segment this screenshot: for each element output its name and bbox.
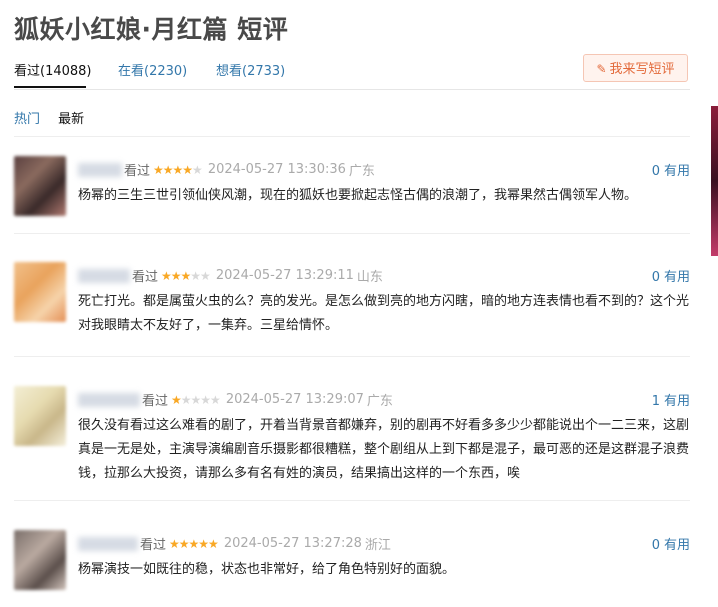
review-time: 2024-05-27 13:29:07	[225, 392, 364, 407]
avatar[interactable]	[14, 156, 66, 216]
helpful-votes: 0 有用	[652, 534, 690, 553]
review-time: 2024-05-27 13:27:28	[223, 536, 362, 551]
helpful-votes: 1 有用	[652, 390, 690, 409]
username-blurred[interactable]	[78, 162, 122, 177]
helpful-votes: 0 有用	[652, 266, 690, 285]
page-title: 狐妖小红娘·月红篇 短评	[14, 15, 289, 44]
review-location: 广东	[348, 164, 375, 179]
username-blurred[interactable]	[78, 268, 130, 283]
avatar[interactable]	[14, 262, 66, 322]
review-time: 2024-05-27 13:30:36	[207, 162, 346, 177]
active-tab-indicator	[14, 86, 86, 88]
avatar[interactable]	[14, 530, 66, 590]
avatar[interactable]	[14, 386, 66, 446]
filter-hot[interactable]: 热门	[14, 112, 40, 127]
write-review-label: 我来写短评	[609, 62, 675, 77]
helpful-button[interactable]: 有用	[664, 538, 690, 553]
review-location: 广东	[366, 394, 393, 409]
helpful-button[interactable]: 有用	[664, 270, 690, 285]
helpful-votes: 0 有用	[652, 160, 690, 179]
review-divider	[14, 500, 690, 501]
write-review-button[interactable]: ✎ 我来写短评	[583, 54, 688, 82]
username-blurred[interactable]	[78, 536, 138, 551]
tab-watching[interactable]: 在看(2230)	[118, 60, 187, 79]
review-meta: 看过 ★★★★★ 2024-05-27 13:29:07 广东	[78, 390, 393, 409]
pencil-icon: ✎	[596, 62, 607, 76]
rating-stars: ★★★★★	[153, 162, 203, 177]
review-text: 死亡打光。都是属萤火虫的么？亮的发光。是怎么做到亮的地方闪瞎，暗的地方连表情也看…	[78, 294, 690, 333]
review-text: 杨幂的三生三世引领仙侠风潮，现在的狐妖也要掀起志怪古偶的浪潮了，我幂果然古偶领军…	[78, 188, 638, 203]
poster-thumbnail[interactable]	[711, 106, 718, 256]
rating-stars: ★★★★★	[171, 392, 221, 407]
watch-status: 看过	[142, 394, 169, 409]
review-time: 2024-05-27 13:29:11	[215, 268, 354, 283]
rating-stars: ★★★★★	[169, 536, 219, 551]
right-sidebar-clipped	[711, 0, 718, 607]
vote-count: 0	[651, 164, 660, 179]
vote-count: 0	[651, 270, 660, 285]
review-divider	[14, 233, 690, 234]
rating-stars: ★★★★★	[161, 268, 211, 283]
review-location: 山东	[356, 270, 383, 285]
vote-count: 1	[651, 394, 660, 409]
filter-latest[interactable]: 最新	[58, 112, 84, 127]
review-meta: 看过 ★★★★★ 2024-05-27 13:30:36 广东	[78, 160, 375, 179]
review-meta: 看过 ★★★★★ 2024-05-27 13:29:11 山东	[78, 266, 383, 285]
username-blurred[interactable]	[78, 392, 140, 407]
review-text: 杨幂演技一如既往的稳，状态也非常好，给了角色特别好的面貌。	[78, 562, 456, 577]
vote-count: 0	[651, 538, 660, 553]
review-location: 浙江	[364, 538, 391, 553]
filters-divider	[14, 136, 690, 137]
tab-watched[interactable]: 看过(14088)	[14, 60, 92, 79]
tab-want-to-watch[interactable]: 想看(2733)	[216, 60, 285, 79]
sort-filters: 热门 最新	[14, 108, 98, 127]
watch-status: 看过	[140, 538, 167, 553]
watch-status: 看过	[132, 270, 159, 285]
watch-status: 看过	[124, 164, 151, 179]
helpful-button[interactable]: 有用	[664, 164, 690, 179]
review-meta: 看过 ★★★★★ 2024-05-27 13:27:28 浙江	[78, 534, 391, 553]
review-text: 很久没有看过这么难看的剧了，开着当背景音都嫌弃，别的剧再不好看多多少少都能说出个…	[78, 418, 690, 481]
review-divider	[14, 356, 690, 357]
tabs-divider	[14, 89, 690, 90]
helpful-button[interactable]: 有用	[664, 394, 690, 409]
